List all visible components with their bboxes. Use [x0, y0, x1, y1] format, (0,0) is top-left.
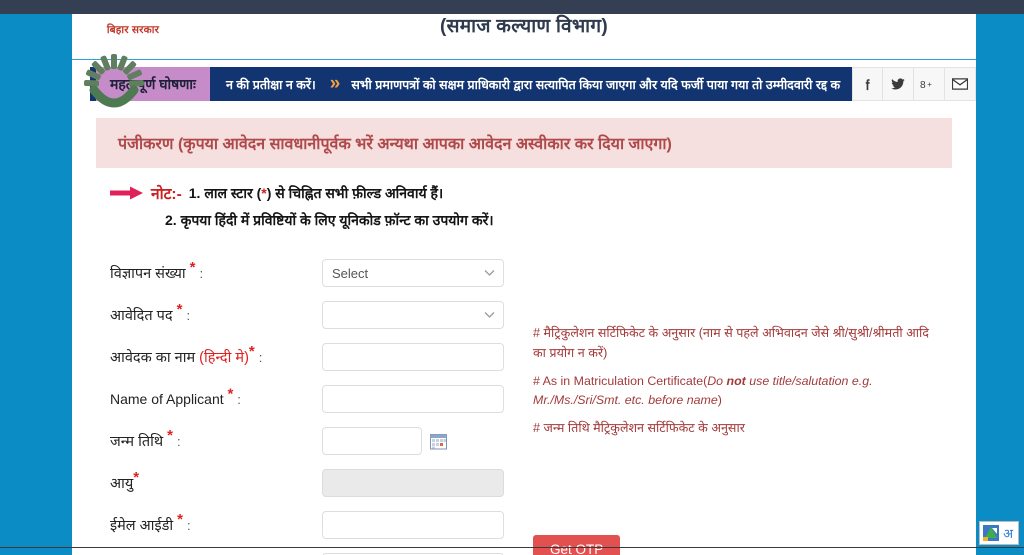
field-applicant-name-english	[322, 385, 504, 413]
google-input-tools-icon	[983, 525, 1000, 541]
hint-prefix: # As in Matriculation Certificate(	[533, 374, 708, 389]
note-line-1-pre: लाल स्टार (	[200, 184, 262, 201]
announcement-item-0: न की प्रतीक्षा न करें।	[226, 77, 316, 92]
label-text: जन्म तिथि	[110, 434, 164, 450]
label-colon: :	[187, 518, 191, 533]
label-text: आवेदक का नाम	[110, 350, 196, 366]
announcement-strip: न की प्रतीक्षा न करें। » सभी प्रमाणपत्रो…	[72, 60, 976, 110]
input-age	[322, 469, 504, 497]
field-advertisement-number: Select	[322, 259, 504, 287]
label-text: आयु	[110, 476, 134, 492]
label-text: ईमेल आईडी	[110, 518, 174, 534]
input-date-of-birth[interactable]	[322, 427, 422, 455]
facebook-icon[interactable]	[852, 67, 883, 101]
field-email	[322, 511, 504, 539]
input-email[interactable]	[322, 511, 504, 539]
twitter-icon[interactable]	[883, 67, 914, 101]
select-applied-post[interactable]	[322, 301, 504, 329]
note-heading: नोट:-	[151, 186, 182, 203]
required-star: *	[133, 469, 140, 487]
required-star: *	[189, 259, 196, 277]
label-date-of-birth: जन्म तिथि * :	[110, 428, 322, 451]
label-language-hint: (हिन्दी मे)	[199, 350, 249, 366]
form-row-age: आयु*	[110, 462, 952, 504]
label-colon: :	[186, 308, 191, 323]
form-row-email: ईमेल आईडी * :	[110, 504, 952, 546]
required-star: *	[248, 343, 255, 361]
get-otp-button[interactable]: Get OTP	[533, 535, 621, 555]
note-line-1-text: 1. लाल स्टार (*) से चिह्नित सभी फ़ील्ड अ…	[189, 184, 443, 203]
note-line-1-post: ) से चिह्नित सभी फ़ील्ड अनिवार्य हैं।	[266, 184, 444, 201]
announcement-label: महत्वपूर्ण घोषणाः	[96, 67, 210, 101]
hint-line-name-english: # As in Matriculation Certificate(Do not…	[533, 372, 933, 410]
label-text: आवेदित पद	[110, 308, 173, 324]
required-star: *	[167, 427, 173, 445]
notes-block: नोट:- 1. लाल स्टार (*) से चिह्नित सभी फ़…	[96, 182, 952, 230]
label-applicant-name-english: Name of Applicant * :	[110, 386, 322, 407]
label-colon: :	[177, 434, 181, 449]
calendar-icon[interactable]	[430, 433, 447, 450]
required-star: *	[227, 385, 234, 403]
field-age	[322, 469, 504, 497]
hint-italic-1: Do	[707, 374, 727, 389]
label-colon: :	[258, 350, 263, 365]
google-plus-icon[interactable]: 8 +	[914, 67, 945, 101]
input-applicant-name-english[interactable]	[322, 385, 504, 413]
bottom-divider	[0, 547, 1024, 548]
content-area: पंजीकरण (कृपया आवेदन सावधानीपूर्वक भरें …	[72, 118, 976, 555]
label-text: विज्ञापन संख्या	[110, 266, 186, 282]
label-colon: :	[199, 266, 204, 281]
label-applicant-name-hindi: आवेदक का नाम (हिन्दी मे)* :	[110, 344, 322, 367]
announcement-item-1: सभी प्रमाणपत्रों को सक्षम प्राधिकारी द्व…	[351, 77, 841, 92]
hint-bold: not	[726, 374, 746, 389]
input-applicant-name-hindi[interactable]	[322, 343, 504, 371]
note-line-1: नोट:- 1. लाल स्टार (*) से चिह्नित सभी फ़…	[110, 182, 952, 204]
label-colon: :	[237, 392, 241, 407]
label-applied-post: आवेदित पद * :	[110, 302, 322, 325]
input-tools-language-label: अ	[1003, 526, 1013, 541]
select-advertisement-number[interactable]: Select	[322, 259, 504, 287]
page-title: (समाज कल्याण विभाग)	[439, 16, 609, 37]
hint-line-name-hindi: # मैट्रिकुलेशन सर्टिफिकेट के अनुसार (नाम…	[533, 326, 929, 360]
hint-line-dob: # जन्म तिथि मैट्रिकुलेशन सर्टिफिकेट के अ…	[533, 421, 745, 436]
label-age: आयु*	[110, 470, 322, 493]
registration-form: विज्ञापन संख्या * : Select आवेदित पद *:…	[96, 252, 952, 555]
social-links: 8 +	[852, 67, 976, 101]
field-date-of-birth	[322, 427, 447, 455]
right-arrow-icon	[110, 186, 143, 200]
label-advertisement-number: विज्ञापन संख्या * :	[110, 260, 322, 283]
registration-banner: पंजीकरण (कृपया आवेदन सावधानीपूर्वक भरें …	[96, 118, 952, 168]
required-star: *	[177, 511, 183, 529]
field-applicant-name-hindi	[322, 343, 504, 371]
svg-text:+: +	[927, 79, 932, 88]
label-email: ईमेल आईडी * :	[110, 512, 322, 535]
note-line-1-num: 1.	[188, 184, 201, 201]
announcement-separator-icon: »	[329, 73, 341, 94]
field-applied-post	[322, 301, 504, 329]
email-icon[interactable]	[945, 67, 976, 101]
browser-top-bar	[0, 0, 1024, 14]
page-canvas: बिहार सरकार (समाज कल्याण विभाग) न की प्र…	[72, 0, 976, 555]
form-row-advertisement-number: विज्ञापन संख्या * : Select	[110, 252, 952, 294]
note-line-2: 2. कृपया हिंदी में प्रविष्टियों के लिए य…	[165, 212, 494, 228]
form-hints: # मैट्रिकुलेशन सर्टिफिकेट के अनुसार (नाम…	[533, 324, 933, 448]
svg-text:8: 8	[920, 80, 926, 91]
label-text: Name of Applicant	[110, 391, 224, 407]
required-star: *	[176, 301, 183, 319]
hint-suffix: )	[717, 393, 722, 408]
google-input-tools-widget[interactable]: अ	[979, 521, 1019, 545]
